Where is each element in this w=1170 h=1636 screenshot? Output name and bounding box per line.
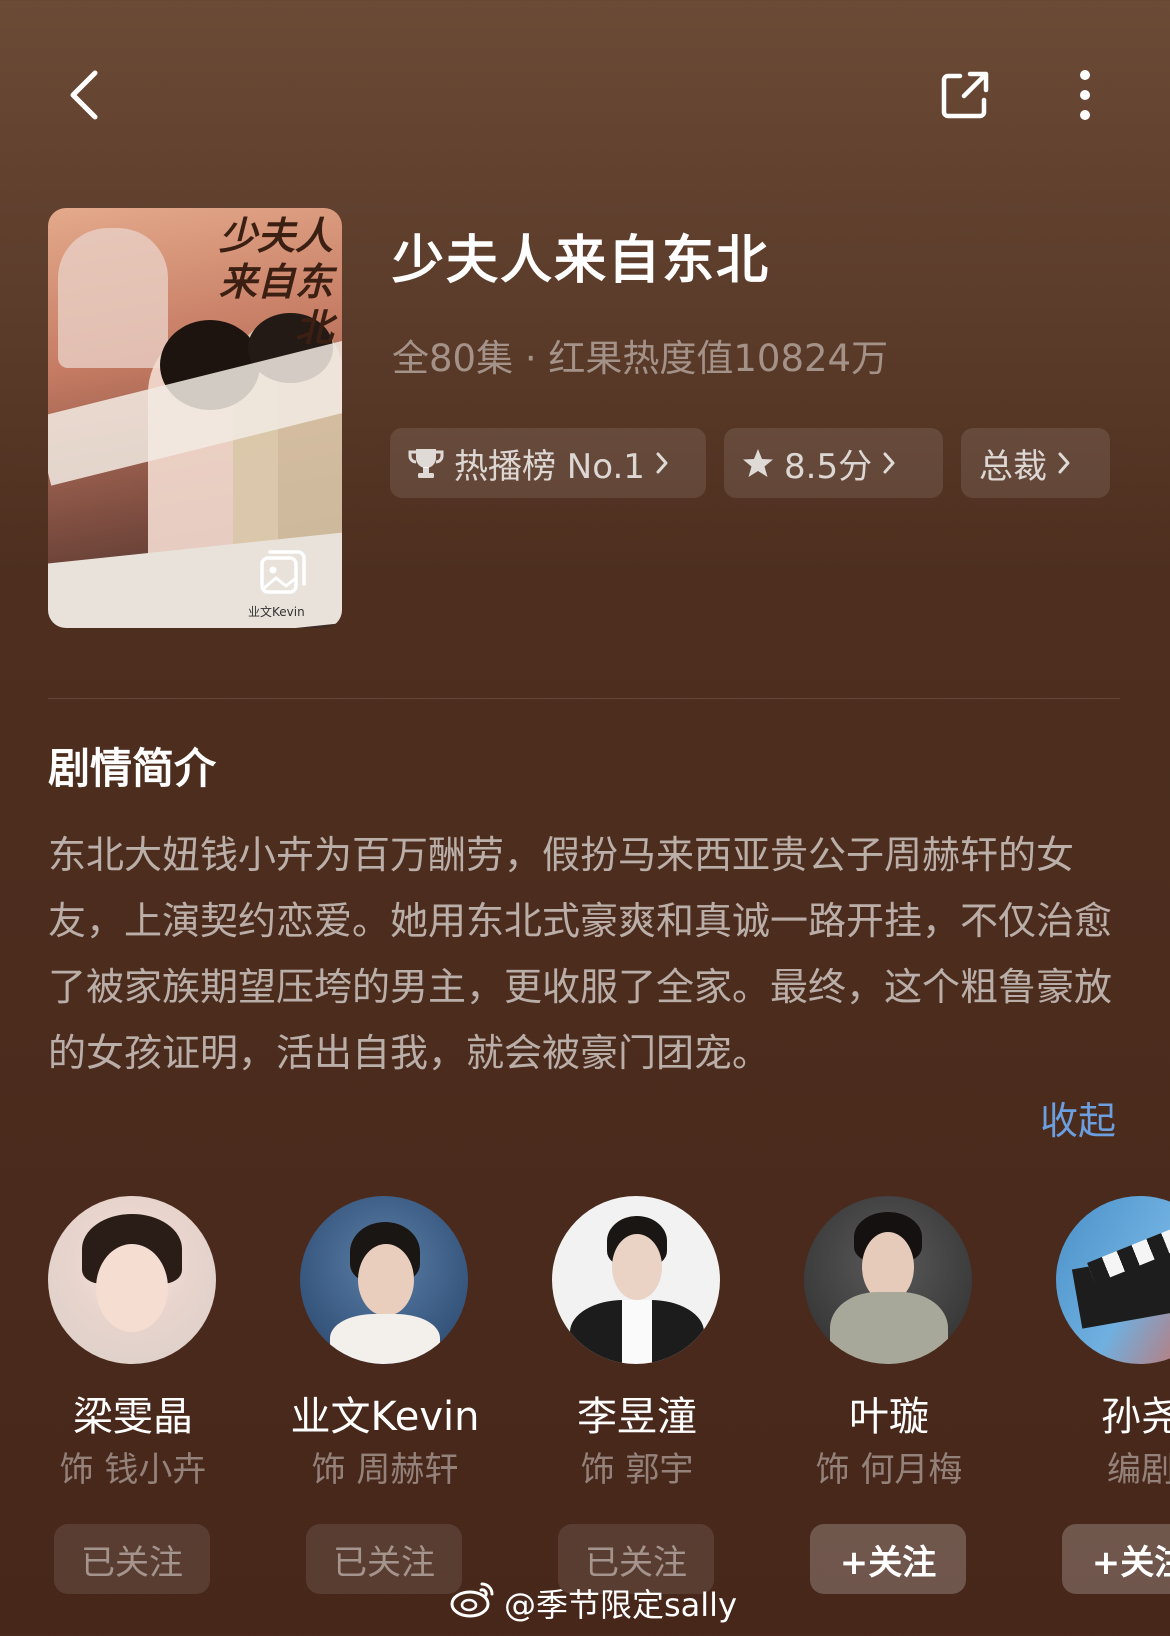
top-bar (0, 0, 1170, 190)
watermark: @季节限定sally (450, 1580, 737, 1626)
cast-role: 饰 何月梅 (815, 1450, 963, 1490)
chevron-right-icon (1057, 451, 1071, 475)
collapse-link[interactable]: 收起 (1040, 1090, 1116, 1145)
ranking-chip[interactable]: 热播榜 No.1 (390, 428, 706, 498)
cast-role: 饰 郭宇 (580, 1450, 694, 1490)
cast-member[interactable]: 李昱潼 饰 郭宇 已关注 (552, 1196, 722, 1594)
cast-name: 梁雯晶 (73, 1394, 193, 1440)
cast-role: 饰 钱小卉 (59, 1450, 207, 1490)
ranking-chip-label: 热播榜 No.1 (454, 446, 645, 487)
cast-member[interactable]: 梁雯晶 饰 钱小卉 已关注 (48, 1196, 218, 1594)
cast-member[interactable]: 业文Kevin 饰 周赫轩 已关注 (291, 1196, 479, 1594)
avatar[interactable] (1056, 1196, 1170, 1364)
cast-name: 孙尧 (1101, 1394, 1170, 1440)
poster-title: 少夫人 来自东北 (183, 213, 333, 351)
back-icon[interactable] (55, 60, 115, 130)
chevron-right-icon (655, 451, 669, 475)
gallery-icon[interactable] (258, 548, 308, 598)
cast-name: 叶璇 (849, 1394, 929, 1440)
poster-title-line: 少夫人 (218, 213, 333, 258)
synopsis-text: 东北大妞钱小卉为百万酬劳，假扮马来西亚贵公子周赫轩的女友，上演契约恋爱。她用东北… (48, 833, 1113, 1075)
show-poster[interactable]: 少夫人 来自东北 业文Kevin (48, 208, 342, 628)
poster-credit: 业文Kevin (248, 605, 305, 619)
rating-chip[interactable]: 8.5分 (724, 428, 943, 498)
avatar[interactable] (552, 1196, 720, 1364)
poster-title-line: 来自东北 (218, 259, 333, 350)
follow-button[interactable]: 已关注 (54, 1524, 210, 1594)
avatar[interactable] (804, 1196, 972, 1364)
share-icon[interactable] (935, 60, 995, 130)
more-options-icon[interactable] (1060, 60, 1110, 130)
cast-role: 编剧 (1107, 1450, 1170, 1490)
chevron-right-icon (882, 451, 896, 475)
watermark-text: @季节限定sally (504, 1586, 738, 1624)
synopsis-heading: 剧情简介 (48, 744, 217, 793)
star-icon (742, 447, 774, 479)
rating-chip-label: 8.5分 (784, 446, 873, 487)
cast-member[interactable]: 叶璇 饰 何月梅 +关注 (804, 1196, 974, 1594)
cast-member[interactable]: 孙尧 编剧 +关注 (1056, 1196, 1170, 1594)
show-title: 少夫人来自东北 (392, 231, 771, 291)
trophy-icon (408, 446, 444, 480)
poster-figure (58, 228, 168, 368)
show-meta: 全80集 · 红果热度值10824万 (392, 337, 889, 380)
follow-button[interactable]: 已关注 (306, 1524, 462, 1594)
avatar[interactable] (48, 1196, 216, 1364)
follow-button[interactable]: +关注 (1062, 1524, 1170, 1594)
avatar[interactable] (300, 1196, 468, 1364)
weibo-icon (450, 1580, 496, 1626)
section-divider (48, 698, 1120, 699)
genre-chip[interactable]: 总裁 (961, 428, 1110, 498)
cast-role: 饰 周赫轩 (311, 1450, 459, 1490)
cast-name: 李昱潼 (577, 1394, 697, 1440)
follow-button[interactable]: +关注 (810, 1524, 966, 1594)
cast-name: 业文Kevin (290, 1394, 480, 1440)
genre-chip-label: 总裁 (979, 446, 1047, 487)
